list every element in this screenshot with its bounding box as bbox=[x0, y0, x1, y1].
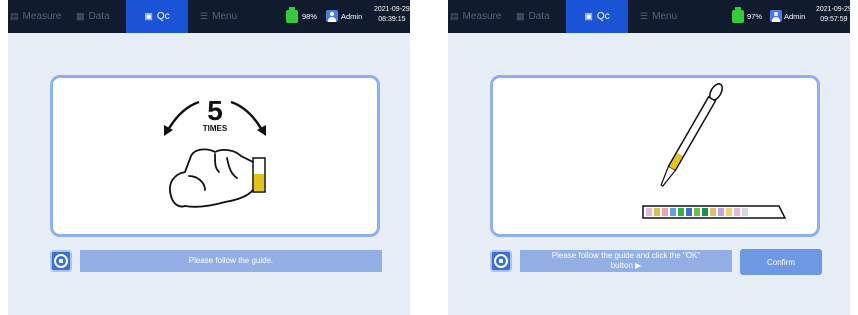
clock-time: 08:39:15 bbox=[378, 16, 406, 23]
guide-panel: 5 TIMES bbox=[50, 75, 380, 237]
arrow-right-head bbox=[257, 125, 266, 136]
message-text-line1: Please follow the guide and click the "O… bbox=[551, 251, 701, 260]
tab-menu-label: Menu bbox=[652, 11, 678, 22]
device-screen-left: ▤ Measure ▦ Data ▣ Qc ☰ Menu 98% Admin 2… bbox=[8, 0, 410, 315]
device-screen-right: ▤ Measure ▦ Data ▣ Qc ☰ Menu 97% Admin 2… bbox=[448, 0, 850, 315]
tab-data[interactable]: ▦ Data bbox=[76, 0, 110, 33]
list-icon: ▤ bbox=[450, 11, 459, 21]
clock: 2021-09-29 09:57:59 bbox=[816, 5, 850, 25]
tab-qc-label: Qc bbox=[596, 11, 610, 22]
message-text-line2: button ▶ bbox=[610, 261, 642, 270]
tab-measure[interactable]: ▤ Measure bbox=[10, 0, 61, 33]
tab-data-label: Data bbox=[528, 11, 550, 22]
arrow-left-head bbox=[164, 125, 173, 136]
menu-icon: ☰ bbox=[200, 11, 209, 21]
shake-count: 5 bbox=[207, 95, 223, 126]
user-name: Admin bbox=[784, 12, 806, 21]
battery-level: 98% bbox=[302, 12, 318, 21]
shake-count-unit: TIMES bbox=[203, 124, 228, 133]
user-icon bbox=[770, 10, 782, 22]
tab-data[interactable]: ▦ Data bbox=[516, 0, 550, 33]
tab-measure-label: Measure bbox=[22, 11, 62, 22]
guide-panel bbox=[490, 75, 820, 237]
stop-button[interactable] bbox=[490, 250, 512, 272]
shake-tube-illustration: 5 TIMES bbox=[164, 95, 266, 208]
hand-outline bbox=[169, 148, 254, 208]
clock-date: 2021-09-29 bbox=[374, 6, 410, 13]
menu-icon: ☰ bbox=[640, 11, 649, 21]
battery-icon bbox=[286, 7, 298, 23]
stop-button[interactable] bbox=[50, 250, 72, 272]
tab-qc[interactable]: ▣ Qc bbox=[126, 0, 188, 33]
message-bar: Please follow the guide. bbox=[80, 250, 382, 272]
message-text: Please follow the guide. bbox=[188, 256, 274, 265]
tab-menu[interactable]: ☰ Menu bbox=[200, 0, 237, 33]
confirm-button[interactable]: Confirm bbox=[740, 249, 822, 275]
tab-menu[interactable]: ☰ Menu bbox=[640, 0, 677, 33]
top-bar: ▤ Measure ▦ Data ▣ Qc ☰ Menu 97% Admin 2… bbox=[448, 0, 850, 33]
test-tube-icon: ▣ bbox=[144, 11, 153, 21]
clock-date: 2021-09-29 bbox=[816, 6, 850, 13]
user-icon bbox=[326, 10, 338, 22]
battery-level: 97% bbox=[747, 12, 763, 21]
arrow-left-arc bbox=[166, 100, 200, 131]
battery-icon bbox=[732, 7, 744, 23]
document-icon: ▦ bbox=[76, 11, 85, 21]
tab-measure-label: Measure bbox=[462, 11, 502, 22]
message-bar: Please follow the guide and click the "O… bbox=[520, 250, 732, 272]
clock-time: 09:57:59 bbox=[820, 16, 848, 23]
document-icon: ▦ bbox=[516, 11, 525, 21]
arrow-right-arc bbox=[230, 100, 264, 131]
tube-liquid bbox=[254, 174, 264, 191]
dropper-strip-illustration bbox=[642, 83, 787, 219]
tab-data-label: Data bbox=[88, 11, 110, 22]
tab-measure[interactable]: ▤ Measure bbox=[450, 0, 501, 33]
top-bar: ▤ Measure ▦ Data ▣ Qc ☰ Menu 98% Admin 2… bbox=[8, 0, 410, 33]
tab-qc-label: Qc bbox=[156, 11, 170, 22]
user-name: Admin bbox=[341, 12, 363, 21]
hand-outline-bottom bbox=[170, 195, 186, 208]
dropper bbox=[660, 83, 723, 187]
clock: 2021-09-29 08:39:15 bbox=[374, 5, 410, 25]
test-tube-icon: ▣ bbox=[584, 11, 593, 21]
tab-menu-label: Menu bbox=[212, 11, 238, 22]
tab-qc[interactable]: ▣ Qc bbox=[566, 0, 628, 33]
list-icon: ▤ bbox=[10, 11, 19, 21]
